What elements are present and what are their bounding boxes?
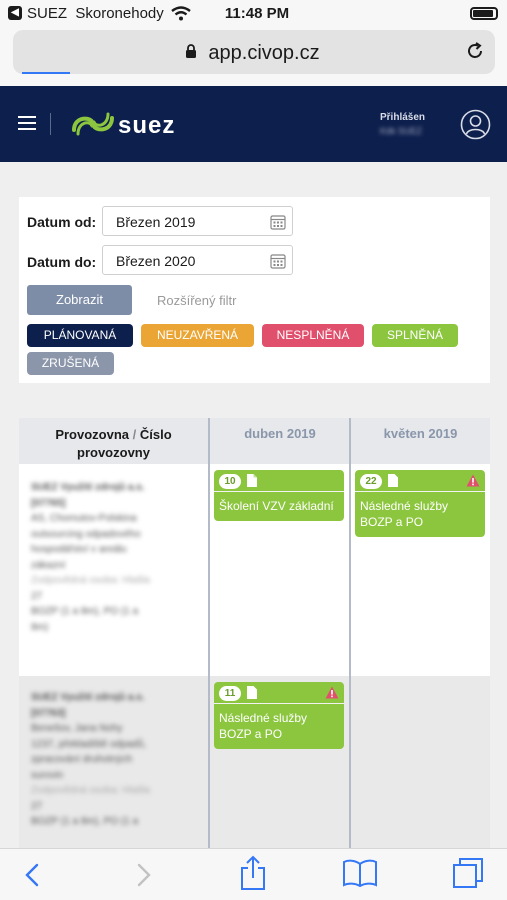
tabs-icon[interactable] (452, 857, 484, 889)
date-to-label: Datum do: (27, 254, 97, 270)
place-cell: SUEZ Využití zdrojů a.s. [07765] AS, Cho… (31, 482, 150, 633)
schedule-table: Provozovna / Číslo provozovny duben 2019… (19, 418, 490, 850)
header-divider (50, 113, 51, 135)
event-card[interactable]: 22 Následné služby BOZP a PO (355, 470, 485, 537)
page-load-progress (22, 72, 70, 74)
carrier-label: SUEZ Skoronehody (27, 5, 164, 22)
share-icon[interactable] (239, 855, 267, 891)
date-from-input[interactable]: Březen 2019 (102, 206, 293, 236)
column-header-place: Provozovna / Číslo provozovny (55, 427, 172, 460)
event-count-badge: 11 (219, 686, 241, 701)
event-card[interactable]: 11 Následné služby BOZP a PO (214, 682, 344, 749)
clock: 11:48 PM (224, 5, 290, 22)
status-chip-planned[interactable]: PLÁNOVANÁ (27, 324, 133, 347)
user-icon[interactable] (460, 109, 491, 140)
reload-icon[interactable] (465, 41, 485, 61)
forward-arrow-icon[interactable] (136, 863, 152, 887)
logged-in-label: Přihlášen (380, 112, 426, 123)
user-name: Kdk SUEZ (380, 126, 423, 136)
address-bar[interactable]: app.civop.cz (13, 30, 495, 74)
status-chip-open[interactable]: NEUZAVŘENÁ (141, 324, 254, 347)
event-title: Školení VZV základní (219, 499, 334, 513)
document-icon (247, 474, 257, 487)
event-count-badge: 10 (219, 474, 241, 489)
back-arrow-icon[interactable] (24, 863, 40, 887)
browser-toolbar (0, 848, 507, 900)
status-chip-cancelled[interactable]: ZRUŠENÁ (27, 352, 114, 375)
column-divider (208, 418, 210, 850)
status-bar: ◀ SUEZ Skoronehody 11:48 PM (0, 0, 507, 28)
calendar-icon[interactable] (270, 253, 286, 269)
column-header-month: květen 2019 (383, 426, 458, 441)
document-icon (388, 474, 398, 487)
calendar-icon[interactable] (270, 214, 286, 230)
place-cell: SUEZ Využití zdrojů a.s. [07763] Benešov… (31, 692, 150, 827)
suez-logo-icon (72, 112, 114, 136)
wifi-icon (171, 6, 191, 21)
battery-icon (470, 7, 498, 20)
event-count-badge: 22 (360, 474, 382, 489)
document-icon (247, 686, 257, 699)
url-text[interactable]: app.civop.cz (13, 42, 495, 65)
app-header: suez Přihlášen Kdk SUEZ (0, 86, 507, 162)
show-button[interactable]: Zobrazit (27, 285, 132, 315)
logo-text: suez (118, 112, 176, 139)
event-title: Následné služby BOZP a PO (360, 499, 449, 529)
bookmarks-icon[interactable] (343, 859, 377, 887)
event-card[interactable]: 10 Školení VZV základní (214, 470, 344, 521)
status-chip-failed[interactable]: NESPLNĚNÁ (262, 324, 364, 347)
menu-icon[interactable] (18, 116, 36, 130)
warning-icon (325, 686, 339, 699)
filter-panel: Datum od: Březen 2019 Datum do: Březen 2… (19, 197, 490, 383)
date-to-input[interactable]: Březen 2020 (102, 245, 293, 275)
warning-icon (466, 474, 480, 487)
column-divider (349, 418, 351, 850)
column-header-month: duben 2019 (244, 426, 316, 441)
status-chip-fulfilled[interactable]: SPLNĚNÁ (372, 324, 458, 347)
back-app-icon[interactable]: ◀ (8, 6, 22, 20)
advanced-filter-link[interactable]: Rozšířený filtr (157, 293, 236, 308)
date-from-label: Datum od: (27, 214, 97, 230)
event-title: Následné služby BOZP a PO (219, 711, 308, 741)
